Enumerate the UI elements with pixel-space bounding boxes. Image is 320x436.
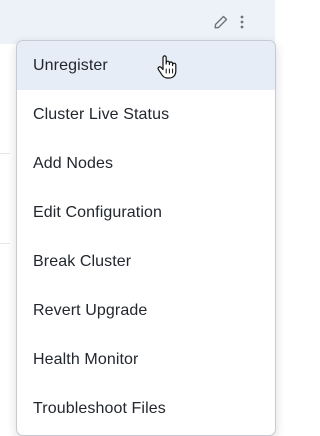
menu-item-cluster-live-status[interactable]: Cluster Live Status (17, 90, 275, 139)
menu-item-health-monitor[interactable]: Health Monitor (17, 335, 275, 384)
menu-item-troubleshoot-files[interactable]: Troubleshoot Files (17, 384, 275, 433)
menu-item-revert-upgrade[interactable]: Revert Upgrade (17, 286, 275, 335)
row-actions-dropdown-menu: Unregister Cluster Live Status Add Nodes… (16, 40, 276, 436)
menu-item-unregister[interactable]: Unregister (17, 41, 275, 90)
kebab-menu-icon[interactable] (239, 14, 245, 30)
table-divider (0, 243, 10, 244)
menu-item-add-nodes[interactable]: Add Nodes (17, 139, 275, 188)
menu-item-edit-configuration[interactable]: Edit Configuration (17, 188, 275, 237)
menu-list: Unregister Cluster Live Status Add Nodes… (17, 41, 275, 433)
menu-item-break-cluster[interactable]: Break Cluster (17, 237, 275, 286)
table-divider (0, 153, 10, 154)
pencil-icon[interactable] (213, 14, 229, 30)
row-actions (213, 14, 245, 30)
